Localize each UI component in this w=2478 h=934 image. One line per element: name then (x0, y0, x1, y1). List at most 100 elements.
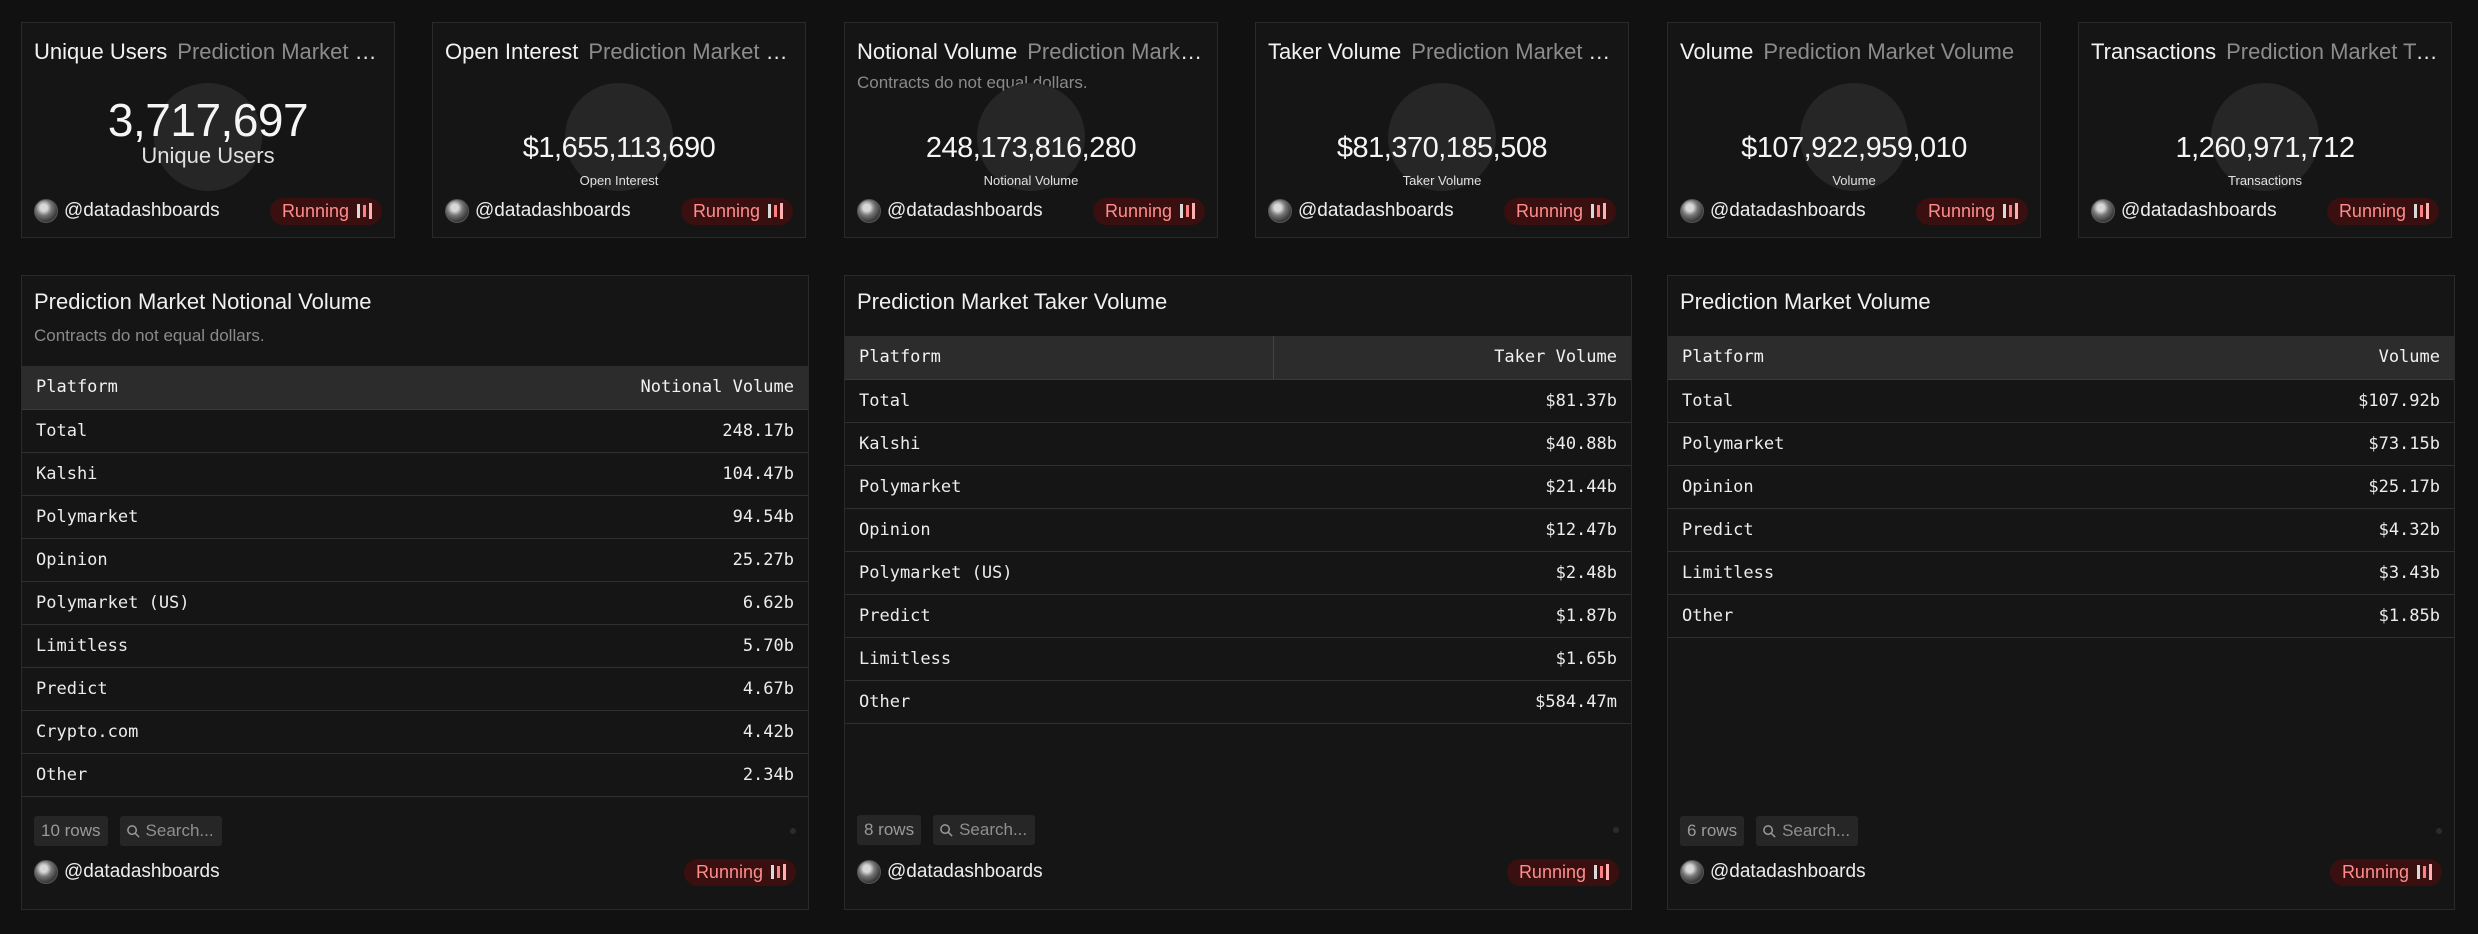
table-search-input[interactable]: Search... (1756, 816, 1859, 846)
cell-value: $2.48b (1273, 551, 1631, 595)
running-badge[interactable]: Running (269, 197, 382, 225)
counter-title: Open Interest (445, 39, 579, 64)
running-bars-icon (1180, 203, 1195, 219)
running-badge[interactable]: Running (1092, 197, 1205, 225)
table-description: Contracts do not equal dollars. (34, 326, 265, 345)
column-header-platform[interactable]: Platform (845, 336, 1274, 380)
card-footer: @datadashboards Running (1680, 197, 2028, 225)
counter-card-unique-users: Unique Users Prediction Market Unique Use… (21, 22, 395, 238)
running-bars-icon (357, 203, 372, 219)
cell-value: 248.17b (415, 409, 808, 453)
column-header-platform[interactable]: Platform (1668, 336, 2095, 380)
cell-value: 5.70b (415, 624, 808, 668)
counter-subtitle: Prediction Market Notional Volume (1027, 39, 1205, 64)
card-footer: @datadashboards Running (1268, 197, 1616, 225)
counter-subtitle: Prediction Market Volume (1763, 39, 2015, 64)
running-badge[interactable]: Running (683, 858, 796, 886)
author-link[interactable]: @datadashboards (445, 199, 631, 223)
counter-header: Taker Volume Prediction Market Taker Volu… (1268, 37, 1616, 67)
counter-card-open-interest: Open Interest Prediction Market Open Inte… (432, 22, 806, 238)
counter-header: Unique Users Prediction Market Unique Use… (34, 37, 382, 67)
card-footer: @datadashboards Running (857, 858, 1619, 886)
resize-handle[interactable] (1613, 827, 1619, 833)
card-footer: @datadashboards Running (1680, 858, 2442, 886)
table-card-volume: Prediction Market Volume Platform Volume… (1667, 275, 2455, 910)
table-row: Total $107.92b (1668, 379, 2454, 423)
author-link[interactable]: @datadashboards (857, 860, 1043, 884)
cell-platform: Limitless (1668, 551, 2095, 595)
author-name: @datadashboards (1710, 200, 1866, 221)
column-header-taker-volume[interactable]: Taker Volume (1273, 336, 1631, 380)
counter-title: Transactions (2091, 39, 2217, 64)
counter-label: Notional Volume (983, 173, 1079, 188)
counter-card-notional-volume: Notional Volume Prediction Market Notiona… (844, 22, 1218, 238)
avatar (445, 199, 469, 223)
table-row: Polymarket $73.15b (1668, 422, 2454, 466)
counter-subtitle: Prediction Market Open Interest (588, 39, 793, 64)
author-name: @datadashboards (64, 200, 220, 221)
author-link[interactable]: @datadashboards (1680, 860, 1866, 884)
counter-header: Open Interest Prediction Market Open Inte… (445, 37, 793, 67)
resize-handle[interactable] (2436, 828, 2442, 834)
running-badge[interactable]: Running (1503, 197, 1616, 225)
running-badge[interactable]: Running (2329, 858, 2442, 886)
column-header-platform[interactable]: Platform (22, 366, 415, 410)
search-icon (126, 824, 140, 838)
table-title: Prediction Market Taker Volume (857, 289, 1168, 314)
table-row: Opinion 25.27b (22, 538, 808, 582)
card-footer: @datadashboards Running (34, 858, 796, 886)
avatar (1268, 199, 1292, 223)
author-link[interactable]: @datadashboards (34, 860, 220, 884)
counter-header: Transactions Prediction Market Transactio… (2091, 37, 2439, 67)
cell-value: 2.34b (415, 753, 808, 797)
cell-value: $12.47b (1273, 508, 1631, 552)
cell-value: $1.87b (1273, 594, 1631, 638)
author-name: @datadashboards (2121, 200, 2277, 221)
status-label: Running (2341, 861, 2409, 882)
table-row: Limitless 5.70b (22, 624, 808, 668)
author-link[interactable]: @datadashboards (2091, 199, 2277, 223)
cell-platform: Total (1668, 379, 2095, 423)
cell-value: $73.15b (2094, 422, 2454, 466)
cell-platform: Polymarket (1668, 422, 2095, 466)
table-row: Predict $4.32b (1668, 508, 2454, 552)
row-count-badge: 10 rows (34, 816, 108, 846)
author-name: @datadashboards (887, 861, 1043, 882)
author-link[interactable]: @datadashboards (34, 199, 220, 223)
table-row: Other $584.47m (845, 680, 1631, 724)
table-row: Total $81.37b (845, 379, 1631, 423)
cell-platform: Other (22, 753, 415, 797)
running-badge[interactable]: Running (680, 197, 793, 225)
cell-value: 6.62b (415, 581, 808, 625)
cell-platform: Other (845, 680, 1273, 724)
author-link[interactable]: @datadashboards (1680, 199, 1866, 223)
table-header-row: Platform Volume (1668, 336, 2454, 380)
cell-value: 94.54b (415, 495, 808, 539)
table-row: Total 248.17b (22, 409, 808, 453)
counter-subtitle: Prediction Market Unique Users (177, 39, 382, 64)
cell-value: $21.44b (1273, 465, 1631, 509)
counter-value: $1,655,113,690 (522, 132, 716, 164)
running-badge[interactable]: Running (1915, 197, 2028, 225)
counter-title: Unique Users (34, 39, 168, 64)
table-search-input[interactable]: Search... (933, 815, 1036, 845)
avatar (2091, 199, 2115, 223)
row-count-badge: 6 rows (1680, 816, 1745, 846)
table-search-input[interactable]: Search... (119, 816, 222, 846)
table-row: Limitless $3.43b (1668, 551, 2454, 595)
running-badge[interactable]: Running (1506, 858, 1619, 886)
column-header-volume[interactable]: Volume (2094, 336, 2454, 380)
author-link[interactable]: @datadashboards (857, 199, 1043, 223)
table-row: Opinion $25.17b (1668, 465, 2454, 509)
table-card-notional-volume: Prediction Market Notional Volume Contra… (21, 275, 809, 910)
cell-platform: Polymarket (US) (22, 581, 415, 625)
resize-handle[interactable] (790, 828, 796, 834)
cell-value: $584.47m (1273, 680, 1631, 724)
author-link[interactable]: @datadashboards (1268, 199, 1454, 223)
counter-header: Volume Prediction Market Volume (1680, 37, 2028, 67)
column-header-notional-volume[interactable]: Notional Volume (415, 366, 808, 410)
status-label: Running (1104, 200, 1172, 221)
counter-value: 3,717,697 (107, 94, 309, 146)
avatar (857, 860, 881, 884)
running-badge[interactable]: Running (2326, 197, 2439, 225)
